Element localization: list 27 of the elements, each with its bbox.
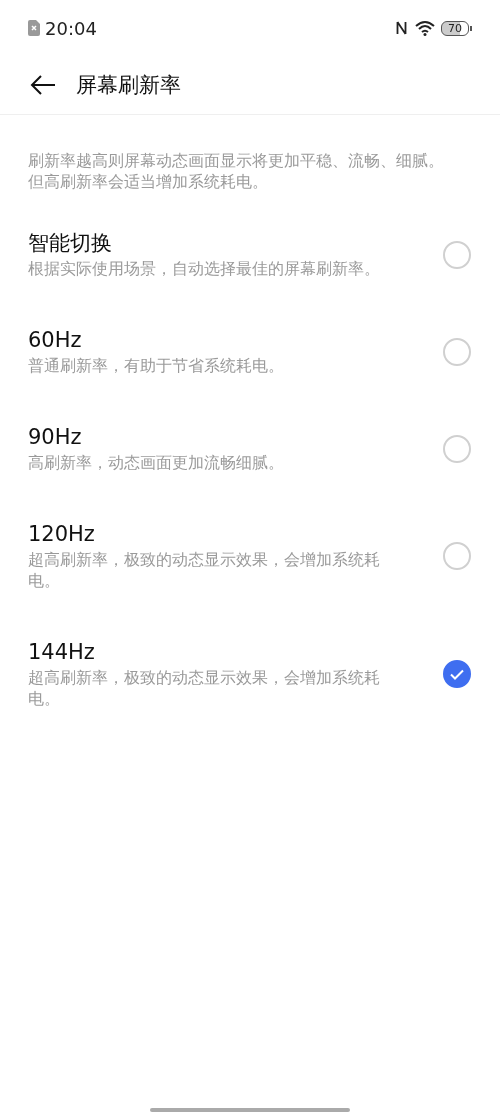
option-title: 60Hz [28,327,83,354]
battery-icon: 70 [441,20,472,36]
option-title: 90Hz [28,424,83,451]
option-description: 超高刷新率，极致的动态显示效果，会增加系统耗电。 [28,667,381,709]
check-icon [450,668,464,680]
option-title: 120Hz [28,521,96,548]
refresh-rate-option[interactable]: 120Hz 超高刷新率，极致的动态显示效果，会增加系统耗电。 [0,497,500,615]
description-text: 刷新率越高则屏幕动态画面显示将更加平稳、流畅、细腻。但高刷新率会适当增加系统耗电。 [28,150,445,192]
wifi-icon [415,20,435,36]
home-indicator[interactable] [150,1108,350,1112]
refresh-rate-option[interactable]: 60Hz 普通刷新率，有助于节省系统耗电。 [0,303,500,400]
option-description: 高刷新率，动态画面更加流畅细腻。 [28,452,285,473]
refresh-rate-option[interactable]: 90Hz 高刷新率，动态画面更加流畅细腻。 [0,400,500,497]
radio-button[interactable] [443,660,471,688]
back-arrow-icon [30,75,56,95]
option-title: 144Hz [28,639,96,666]
option-title: 智能切换 [28,230,113,257]
page-title: 屏幕刷新率 [76,72,181,99]
sim-card-icon [28,20,40,36]
option-description: 根据实际使用场景，自动选择最佳的屏幕刷新率。 [28,258,381,279]
back-button[interactable] [30,75,56,95]
clock-time: 20:04 [45,17,97,39]
refresh-rate-option[interactable]: 智能切换 根据实际使用场景，自动选择最佳的屏幕刷新率。 [0,206,500,303]
refresh-rate-option[interactable]: 144Hz 超高刷新率，极致的动态显示效果，会增加系统耗电。 [0,615,500,733]
option-description: 普通刷新率，有助于节省系统耗电。 [28,355,285,376]
option-description: 超高刷新率，极致的动态显示效果，会增加系统耗电。 [28,549,381,591]
nfc-icon [396,20,407,36]
